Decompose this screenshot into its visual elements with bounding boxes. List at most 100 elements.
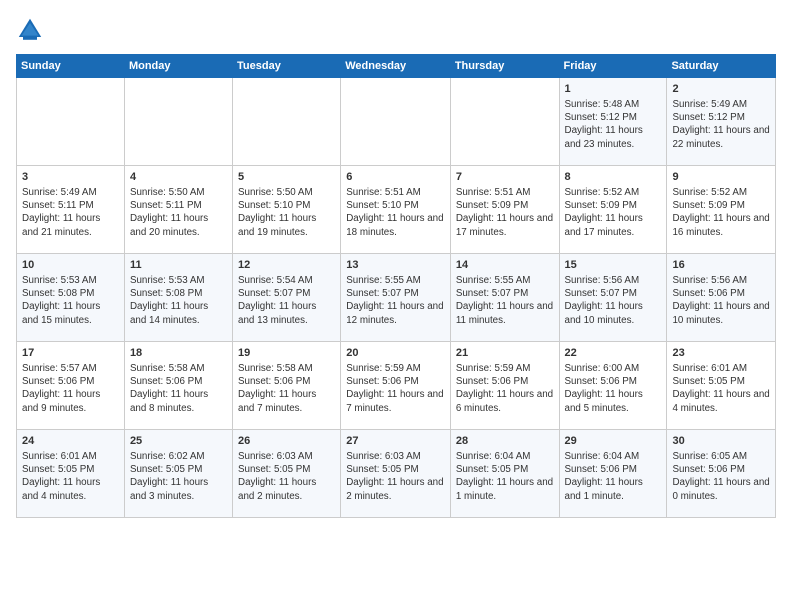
calendar-week-row: 1Sunrise: 5:48 AM Sunset: 5:12 PM Daylig…	[17, 78, 776, 166]
calendar-table: SundayMondayTuesdayWednesdayThursdayFrid…	[16, 54, 776, 518]
calendar-cell: 12Sunrise: 5:54 AM Sunset: 5:07 PM Dayli…	[233, 254, 341, 342]
weekday-header-row: SundayMondayTuesdayWednesdayThursdayFrid…	[17, 55, 776, 78]
calendar-cell: 9Sunrise: 5:52 AM Sunset: 5:09 PM Daylig…	[667, 166, 776, 254]
day-info: Sunrise: 5:50 AM Sunset: 5:11 PM Dayligh…	[130, 186, 227, 239]
calendar-cell: 2Sunrise: 5:49 AM Sunset: 5:12 PM Daylig…	[667, 78, 776, 166]
calendar-cell	[17, 78, 125, 166]
day-info: Sunrise: 5:49 AM Sunset: 5:12 PM Dayligh…	[672, 98, 770, 151]
day-number: 17	[22, 346, 119, 361]
day-number: 3	[22, 170, 119, 185]
day-info: Sunrise: 5:51 AM Sunset: 5:09 PM Dayligh…	[456, 186, 554, 239]
calendar-cell: 5Sunrise: 5:50 AM Sunset: 5:10 PM Daylig…	[233, 166, 341, 254]
day-number: 20	[346, 346, 445, 361]
day-info: Sunrise: 5:51 AM Sunset: 5:10 PM Dayligh…	[346, 186, 445, 239]
calendar-cell: 6Sunrise: 5:51 AM Sunset: 5:10 PM Daylig…	[341, 166, 451, 254]
day-info: Sunrise: 6:03 AM Sunset: 5:05 PM Dayligh…	[238, 450, 335, 503]
day-info: Sunrise: 5:56 AM Sunset: 5:07 PM Dayligh…	[565, 274, 662, 327]
calendar-cell: 15Sunrise: 5:56 AM Sunset: 5:07 PM Dayli…	[559, 254, 667, 342]
day-info: Sunrise: 6:03 AM Sunset: 5:05 PM Dayligh…	[346, 450, 445, 503]
weekday-header-friday: Friday	[559, 55, 667, 78]
day-info: Sunrise: 5:55 AM Sunset: 5:07 PM Dayligh…	[346, 274, 445, 327]
day-number: 16	[672, 258, 770, 273]
day-number: 12	[238, 258, 335, 273]
day-number: 18	[130, 346, 227, 361]
day-number: 21	[456, 346, 554, 361]
day-number: 22	[565, 346, 662, 361]
day-info: Sunrise: 5:52 AM Sunset: 5:09 PM Dayligh…	[672, 186, 770, 239]
calendar-cell: 16Sunrise: 5:56 AM Sunset: 5:06 PM Dayli…	[667, 254, 776, 342]
calendar-cell: 7Sunrise: 5:51 AM Sunset: 5:09 PM Daylig…	[450, 166, 559, 254]
day-info: Sunrise: 6:04 AM Sunset: 5:05 PM Dayligh…	[456, 450, 554, 503]
day-info: Sunrise: 5:58 AM Sunset: 5:06 PM Dayligh…	[130, 362, 227, 415]
day-number: 15	[565, 258, 662, 273]
day-number: 23	[672, 346, 770, 361]
calendar-week-row: 10Sunrise: 5:53 AM Sunset: 5:08 PM Dayli…	[17, 254, 776, 342]
day-number: 13	[346, 258, 445, 273]
day-info: Sunrise: 6:04 AM Sunset: 5:06 PM Dayligh…	[565, 450, 662, 503]
calendar-cell: 14Sunrise: 5:55 AM Sunset: 5:07 PM Dayli…	[450, 254, 559, 342]
logo-icon	[16, 16, 44, 44]
calendar-cell: 27Sunrise: 6:03 AM Sunset: 5:05 PM Dayli…	[341, 430, 451, 518]
day-number: 6	[346, 170, 445, 185]
calendar-cell: 26Sunrise: 6:03 AM Sunset: 5:05 PM Dayli…	[233, 430, 341, 518]
day-number: 25	[130, 434, 227, 449]
day-info: Sunrise: 5:56 AM Sunset: 5:06 PM Dayligh…	[672, 274, 770, 327]
calendar-cell	[450, 78, 559, 166]
calendar-cell: 4Sunrise: 5:50 AM Sunset: 5:11 PM Daylig…	[124, 166, 232, 254]
calendar-cell: 24Sunrise: 6:01 AM Sunset: 5:05 PM Dayli…	[17, 430, 125, 518]
day-number: 8	[565, 170, 662, 185]
calendar-page: SundayMondayTuesdayWednesdayThursdayFrid…	[0, 0, 792, 612]
calendar-cell: 8Sunrise: 5:52 AM Sunset: 5:09 PM Daylig…	[559, 166, 667, 254]
calendar-cell: 17Sunrise: 5:57 AM Sunset: 5:06 PM Dayli…	[17, 342, 125, 430]
day-info: Sunrise: 6:02 AM Sunset: 5:05 PM Dayligh…	[130, 450, 227, 503]
day-info: Sunrise: 5:52 AM Sunset: 5:09 PM Dayligh…	[565, 186, 662, 239]
calendar-cell	[233, 78, 341, 166]
weekday-header-sunday: Sunday	[17, 55, 125, 78]
calendar-cell: 1Sunrise: 5:48 AM Sunset: 5:12 PM Daylig…	[559, 78, 667, 166]
day-info: Sunrise: 5:50 AM Sunset: 5:10 PM Dayligh…	[238, 186, 335, 239]
day-number: 1	[565, 82, 662, 97]
calendar-cell: 10Sunrise: 5:53 AM Sunset: 5:08 PM Dayli…	[17, 254, 125, 342]
calendar-cell: 29Sunrise: 6:04 AM Sunset: 5:06 PM Dayli…	[559, 430, 667, 518]
calendar-cell: 23Sunrise: 6:01 AM Sunset: 5:05 PM Dayli…	[667, 342, 776, 430]
calendar-cell: 21Sunrise: 5:59 AM Sunset: 5:06 PM Dayli…	[450, 342, 559, 430]
calendar-cell: 19Sunrise: 5:58 AM Sunset: 5:06 PM Dayli…	[233, 342, 341, 430]
calendar-cell: 22Sunrise: 6:00 AM Sunset: 5:06 PM Dayli…	[559, 342, 667, 430]
day-number: 2	[672, 82, 770, 97]
calendar-week-row: 24Sunrise: 6:01 AM Sunset: 5:05 PM Dayli…	[17, 430, 776, 518]
weekday-header-thursday: Thursday	[450, 55, 559, 78]
day-number: 7	[456, 170, 554, 185]
day-info: Sunrise: 5:54 AM Sunset: 5:07 PM Dayligh…	[238, 274, 335, 327]
day-info: Sunrise: 5:58 AM Sunset: 5:06 PM Dayligh…	[238, 362, 335, 415]
day-number: 24	[22, 434, 119, 449]
day-number: 5	[238, 170, 335, 185]
day-info: Sunrise: 6:01 AM Sunset: 5:05 PM Dayligh…	[672, 362, 770, 415]
weekday-header-monday: Monday	[124, 55, 232, 78]
calendar-cell: 18Sunrise: 5:58 AM Sunset: 5:06 PM Dayli…	[124, 342, 232, 430]
day-info: Sunrise: 5:48 AM Sunset: 5:12 PM Dayligh…	[565, 98, 662, 151]
day-info: Sunrise: 5:49 AM Sunset: 5:11 PM Dayligh…	[22, 186, 119, 239]
weekday-header-tuesday: Tuesday	[233, 55, 341, 78]
logo	[16, 16, 48, 44]
day-info: Sunrise: 5:53 AM Sunset: 5:08 PM Dayligh…	[22, 274, 119, 327]
day-number: 11	[130, 258, 227, 273]
day-number: 28	[456, 434, 554, 449]
calendar-cell	[341, 78, 451, 166]
calendar-cell	[124, 78, 232, 166]
day-number: 4	[130, 170, 227, 185]
day-info: Sunrise: 5:55 AM Sunset: 5:07 PM Dayligh…	[456, 274, 554, 327]
calendar-cell: 3Sunrise: 5:49 AM Sunset: 5:11 PM Daylig…	[17, 166, 125, 254]
day-info: Sunrise: 6:05 AM Sunset: 5:06 PM Dayligh…	[672, 450, 770, 503]
day-number: 27	[346, 434, 445, 449]
day-number: 14	[456, 258, 554, 273]
day-number: 19	[238, 346, 335, 361]
calendar-cell: 25Sunrise: 6:02 AM Sunset: 5:05 PM Dayli…	[124, 430, 232, 518]
header	[16, 16, 776, 44]
weekday-header-wednesday: Wednesday	[341, 55, 451, 78]
calendar-cell: 13Sunrise: 5:55 AM Sunset: 5:07 PM Dayli…	[341, 254, 451, 342]
calendar-cell: 28Sunrise: 6:04 AM Sunset: 5:05 PM Dayli…	[450, 430, 559, 518]
calendar-week-row: 3Sunrise: 5:49 AM Sunset: 5:11 PM Daylig…	[17, 166, 776, 254]
day-info: Sunrise: 5:59 AM Sunset: 5:06 PM Dayligh…	[346, 362, 445, 415]
calendar-week-row: 17Sunrise: 5:57 AM Sunset: 5:06 PM Dayli…	[17, 342, 776, 430]
day-info: Sunrise: 5:59 AM Sunset: 5:06 PM Dayligh…	[456, 362, 554, 415]
